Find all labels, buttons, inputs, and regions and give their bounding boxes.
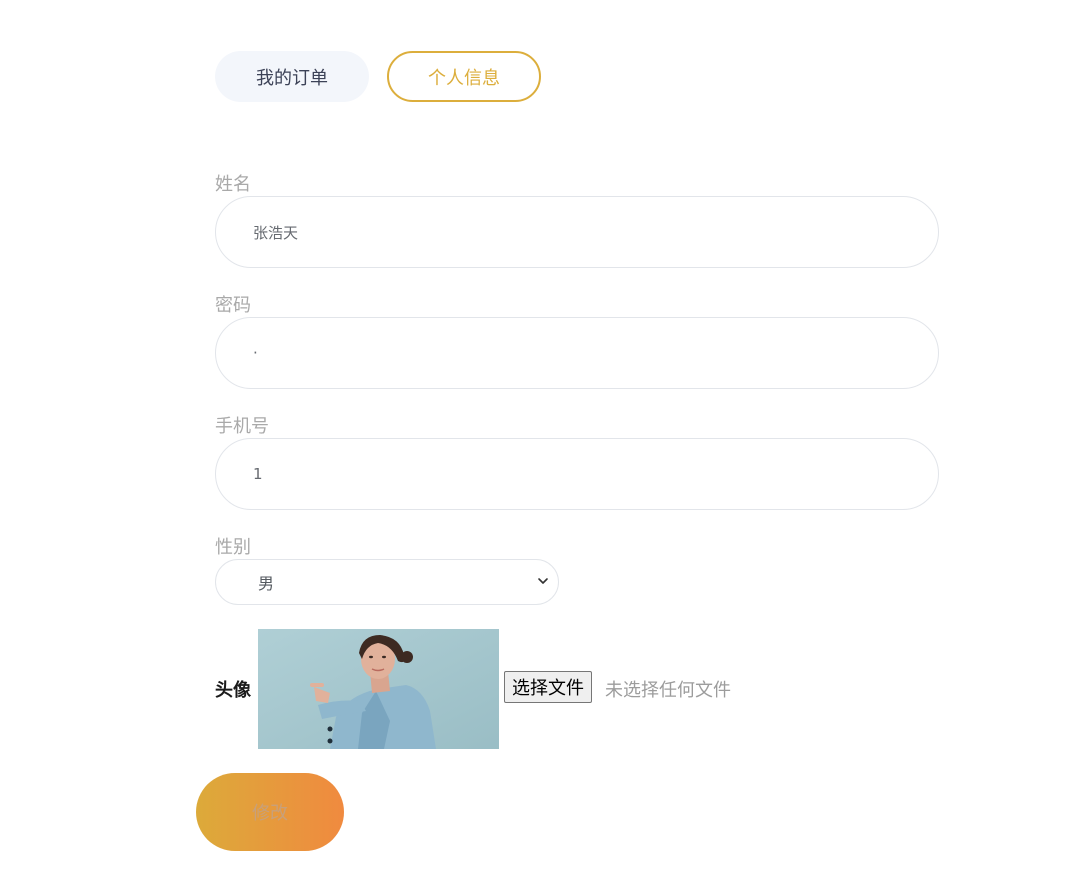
phone-input-value: 1 [253, 465, 263, 483]
choose-file-button[interactable]: 选择文件 [504, 671, 592, 703]
name-label: 姓名 [215, 174, 251, 195]
name-input-value: 张浩天 [253, 223, 299, 242]
phone-label: 手机号 [215, 416, 269, 437]
avatar-label: 头像 [215, 680, 251, 701]
avatar-image [258, 629, 499, 749]
tab-my-orders[interactable]: 我的订单 [215, 51, 369, 102]
chevron-down-icon [538, 578, 548, 584]
password-input-value: · [253, 344, 258, 362]
profile-page: 我的订单 个人信息 姓名 张浩天 密码 · 手机号 1 性别 男 头像 选择文件… [0, 0, 1080, 884]
tab-personal-info[interactable]: 个人信息 [387, 51, 541, 102]
modify-button[interactable]: 修改 [196, 773, 344, 851]
gender-select[interactable]: 男 [215, 559, 559, 605]
gender-select-value: 男 [258, 574, 275, 593]
name-input[interactable]: 张浩天 [215, 196, 939, 268]
modify-button-label: 修改 [252, 803, 288, 824]
gender-label: 性别 [215, 537, 251, 558]
password-label: 密码 [215, 295, 251, 316]
file-status-text: 未选择任何文件 [605, 680, 731, 701]
tab-personal-info-label: 个人信息 [428, 67, 500, 89]
phone-input[interactable]: 1 [215, 438, 939, 510]
tab-my-orders-label: 我的订单 [256, 67, 328, 89]
password-input[interactable]: · [215, 317, 939, 389]
choose-file-button-label: 选择文件 [512, 678, 584, 699]
